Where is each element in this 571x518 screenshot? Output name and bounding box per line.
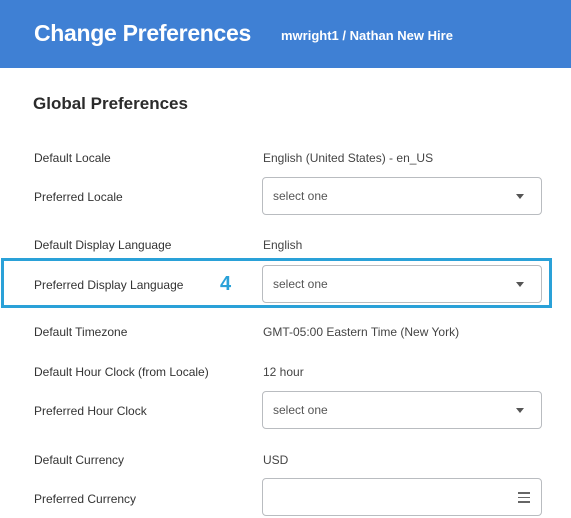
default-display-language-label: Default Display Language [34, 238, 172, 252]
chevron-down-icon [516, 282, 524, 287]
list-icon [518, 492, 530, 503]
chevron-down-icon [516, 408, 524, 413]
step-number: 4 [220, 273, 232, 295]
preferred-currency-label: Preferred Currency [34, 492, 137, 506]
change-preferences-page: Change Preferences mwright1 / Nathan New… [0, 0, 571, 518]
preferred-display-language-label: Preferred Display Language [34, 278, 184, 292]
section-title: Global Preferences [33, 94, 188, 113]
preferred-locale-label: Preferred Locale [34, 190, 123, 204]
preferred-display-language-select[interactable]: select one [262, 265, 542, 303]
preferred-hour-clock-label: Preferred Hour Clock [34, 404, 147, 418]
default-timezone-value: GMT-05:00 Eastern Time (New York) [263, 325, 460, 339]
default-timezone-label: Default Timezone [34, 325, 128, 339]
default-hour-clock-label: Default Hour Clock (from Locale) [34, 365, 209, 379]
page-title: Change Preferences [34, 20, 252, 46]
preferred-hour-clock-select[interactable]: select one [262, 391, 542, 429]
preferred-locale-select-value: select one [273, 189, 328, 203]
user-context: mwright1 / Nathan New Hire [281, 28, 453, 43]
preferred-hour-clock-select-value: select one [273, 403, 328, 417]
preferred-display-language-select-value: select one [273, 277, 328, 291]
preferred-currency-select[interactable] [262, 478, 542, 516]
default-currency-value: USD [263, 453, 289, 467]
chevron-down-icon [516, 194, 524, 199]
default-locale-label: Default Locale [34, 151, 111, 165]
page-header: Change Preferences mwright1 / Nathan New… [0, 0, 571, 68]
default-hour-clock-value: 12 hour [263, 365, 304, 379]
default-display-language-value: English [263, 238, 303, 252]
default-currency-label: Default Currency [34, 453, 125, 467]
default-locale-value: English (United States) - en_US [263, 151, 434, 165]
preferred-locale-select[interactable]: select one [262, 177, 542, 215]
